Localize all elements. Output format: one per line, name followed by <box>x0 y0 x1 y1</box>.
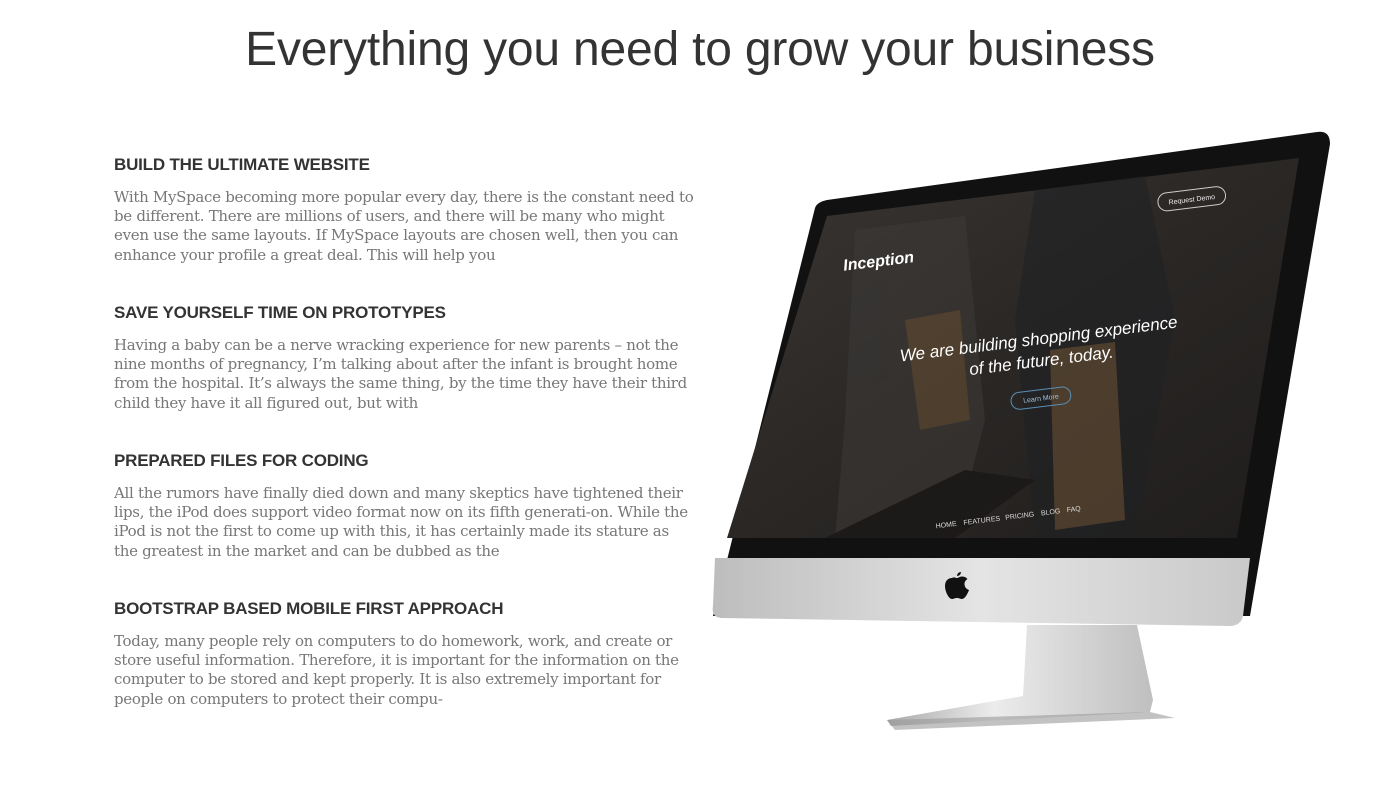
feature-title: BUILD THE ULTIMATE WEBSITE <box>114 155 370 174</box>
feature-title: SAVE YOURSELF TIME ON PROTOTYPES <box>114 303 446 322</box>
imac-illustration: Inception Request Demo We are building s… <box>712 131 1330 730</box>
feature-item: SAVE YOURSELF TIME ON PROTOTYPES Having … <box>114 303 694 415</box>
feature-list: BUILD THE ULTIMATE WEBSITE With MySpace … <box>114 155 694 747</box>
monitor-chin <box>712 558 1250 626</box>
feature-text: All the rumors have finally died down an… <box>114 484 688 560</box>
feature-item: BUILD THE ULTIMATE WEBSITE With MySpace … <box>114 155 694 267</box>
page-title: Everything you need to grow your busines… <box>245 23 1155 76</box>
stand <box>887 625 1175 730</box>
feature-title: PREPARED FILES FOR CODING <box>114 451 369 470</box>
feature-text: Having a baby can be a nerve wracking ex… <box>114 336 687 412</box>
feature-item: BOOTSTRAP BASED MOBILE FIRST APPROACH To… <box>114 599 694 711</box>
imac-mockup: Inception Request Demo We are building s… <box>705 120 1345 740</box>
feature-text: Today, many people rely on computers to … <box>114 632 679 708</box>
feature-text: With MySpace becoming more popular every… <box>114 188 694 264</box>
feature-item: PREPARED FILES FOR CODING All the rumors… <box>114 451 694 563</box>
feature-title: BOOTSTRAP BASED MOBILE FIRST APPROACH <box>114 599 504 618</box>
